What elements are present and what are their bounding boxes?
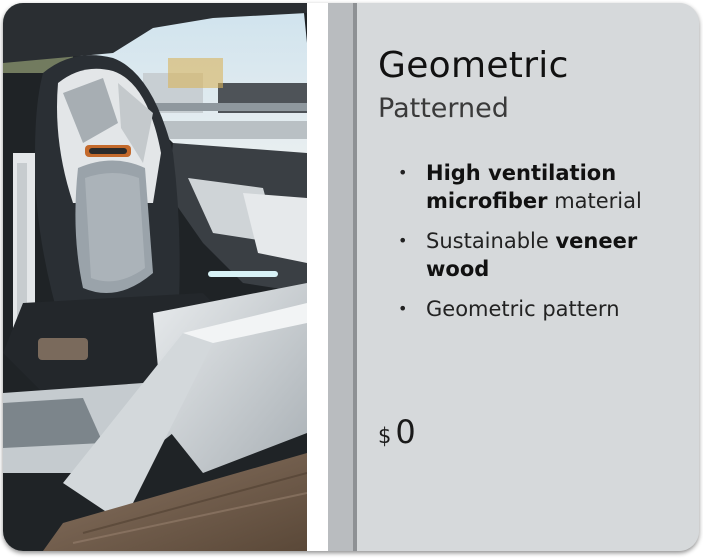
feature-text: Sustainable xyxy=(426,229,556,253)
price-amount: 0 xyxy=(395,413,416,451)
option-subtitle: Patterned xyxy=(378,93,509,124)
price-currency: $ xyxy=(378,424,392,448)
option-title: Geometric xyxy=(378,45,569,86)
divider xyxy=(307,3,328,551)
feature-text: Geometric pattern xyxy=(426,297,620,321)
option-card[interactable]: Geometric Patterned High ventilation mic… xyxy=(3,3,699,551)
feature-item: Geometric pattern xyxy=(387,295,687,323)
seat-interior-photo xyxy=(3,3,307,551)
option-details-panel: Geometric Patterned High ventilation mic… xyxy=(357,3,699,551)
divider-band xyxy=(328,3,353,551)
feature-list: High ventilation microfiber material Sus… xyxy=(387,159,687,335)
price: $0 xyxy=(378,413,416,451)
feature-item: High ventilation microfiber material xyxy=(387,159,687,215)
feature-text: material xyxy=(547,189,642,213)
feature-item: Sustainable veneer wood xyxy=(387,227,687,283)
